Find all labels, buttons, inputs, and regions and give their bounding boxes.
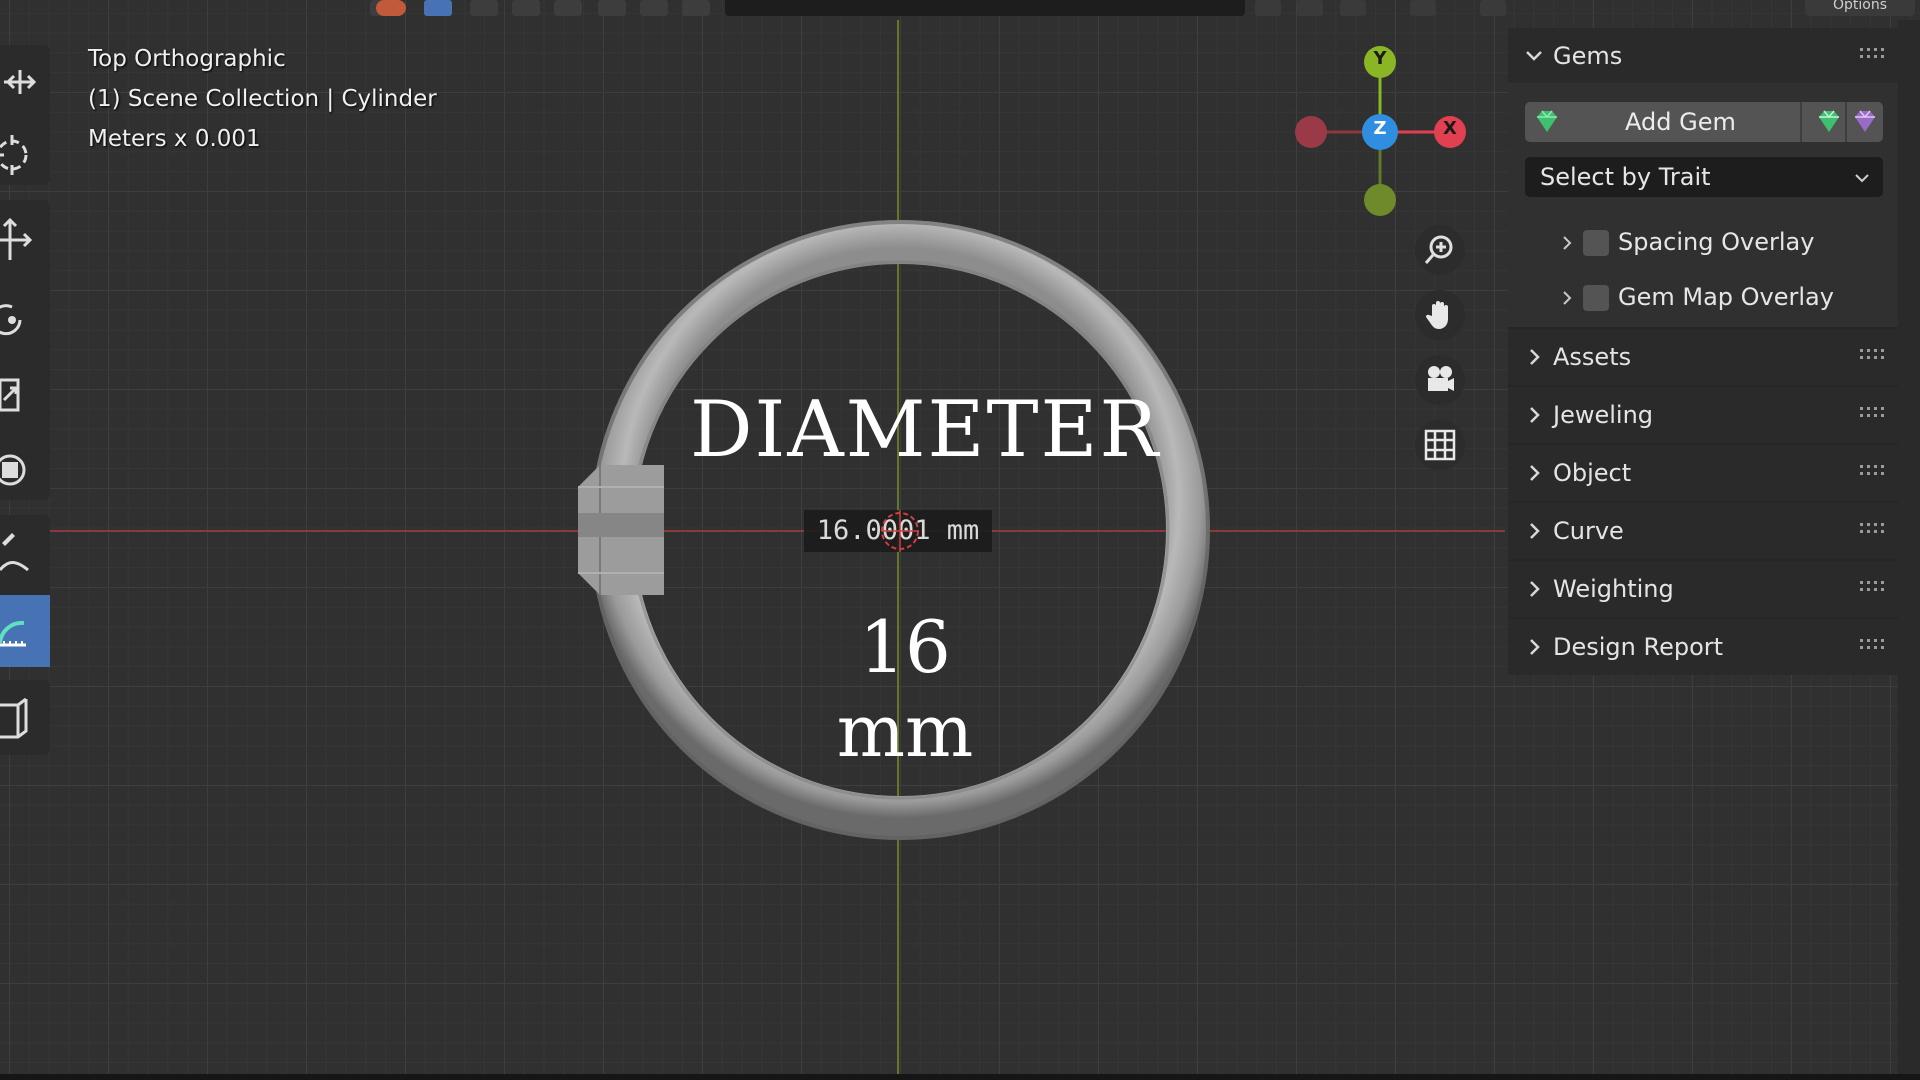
section-object[interactable]: Object xyxy=(1508,443,1898,501)
gizmo-z-label[interactable]: Z xyxy=(1372,118,1388,139)
section-label: Assets xyxy=(1553,343,1632,371)
drag-grip-icon[interactable] xyxy=(1860,581,1886,593)
chevron-down-icon xyxy=(1526,51,1542,61)
section-label: Curve xyxy=(1553,517,1624,545)
chevron-right-icon xyxy=(1530,407,1540,423)
select-extend-icon[interactable] xyxy=(470,0,498,16)
gem-edit-icon[interactable] xyxy=(1815,108,1843,136)
viewport-shading-icon[interactable] xyxy=(1340,0,1366,16)
shield-icon[interactable] xyxy=(1480,0,1506,16)
select-difference-icon[interactable] xyxy=(554,0,582,16)
drag-grip-icon[interactable] xyxy=(1860,407,1886,419)
section-label: Design Report xyxy=(1553,633,1724,661)
gizmo-toggle-icon[interactable] xyxy=(1410,0,1436,16)
drag-grip-icon[interactable] xyxy=(1860,523,1886,535)
section-jeweling[interactable]: Jeweling xyxy=(1508,385,1898,443)
gem-map-overlay-label: Gem Map Overlay xyxy=(1618,283,1834,311)
spacing-overlay-row[interactable]: Spacing Overlay xyxy=(1508,220,1898,270)
gem-setting[interactable] xyxy=(578,465,666,595)
gem-purple-icon[interactable] xyxy=(1851,108,1879,136)
chevron-right-icon xyxy=(1530,639,1540,655)
scale-icon[interactable] xyxy=(0,370,40,424)
add-gem-label: Add Gem xyxy=(1625,108,1736,136)
diameter-value: 16 mm xyxy=(836,605,974,773)
viewport-header: Options xyxy=(0,0,1920,18)
spacing-overlay-label: Spacing Overlay xyxy=(1618,228,1815,256)
chevron-right-icon[interactable] xyxy=(1558,289,1576,307)
section-label: Jeweling xyxy=(1553,401,1654,429)
gizmo-y-label[interactable]: Y xyxy=(1372,48,1388,69)
view-name-label: Top Orthographic xyxy=(88,46,286,72)
select-box-icon[interactable] xyxy=(424,0,452,16)
section-design-report[interactable]: Design Report xyxy=(1508,617,1898,675)
section-label: Weighting xyxy=(1553,575,1674,603)
cursor-icon[interactable] xyxy=(0,130,40,184)
spacing-overlay-checkbox[interactable] xyxy=(1583,230,1609,256)
gems-panel-header[interactable]: Gems xyxy=(1508,28,1898,83)
status-bar xyxy=(0,1074,1920,1080)
camera-icon[interactable] xyxy=(1415,355,1465,405)
zoom-icon[interactable] xyxy=(1415,225,1465,275)
header-search-field[interactable] xyxy=(725,0,1245,16)
sidebar-tab-strip[interactable] xyxy=(1898,20,1920,1075)
snap-icon[interactable] xyxy=(640,0,668,16)
transform-all-icon[interactable] xyxy=(0,445,40,499)
object-color-icon[interactable] xyxy=(376,0,406,16)
section-assets[interactable]: Assets xyxy=(1508,327,1898,385)
move-icon[interactable] xyxy=(0,62,40,106)
diameter-title: DIAMETER xyxy=(690,385,1161,475)
gem-map-overlay-row[interactable]: Gem Map Overlay xyxy=(1508,275,1898,325)
drag-grip-icon[interactable] xyxy=(1860,639,1886,651)
gems-header-label: Gems xyxy=(1553,42,1623,70)
add-cube-icon[interactable] xyxy=(0,695,40,749)
measure-icon[interactable] xyxy=(0,595,50,667)
select-by-trait-label: Select by Trait xyxy=(1540,163,1711,191)
overlay-circle-icon[interactable] xyxy=(1255,0,1281,16)
collection-label: (1) Scene Collection | Cylinder xyxy=(88,86,437,112)
chevron-right-icon xyxy=(1530,523,1540,539)
gem-map-overlay-checkbox[interactable] xyxy=(1583,285,1609,311)
select-by-trait-dropdown[interactable]: Select by Trait xyxy=(1525,157,1883,197)
annotate-icon[interactable] xyxy=(0,525,40,589)
transform-icon[interactable] xyxy=(0,215,40,269)
drag-grip-icon[interactable] xyxy=(1860,349,1886,361)
proportional-icon[interactable] xyxy=(682,0,710,16)
bookmark-icon[interactable] xyxy=(1297,0,1323,16)
green-gem-icon xyxy=(1537,110,1557,132)
pan-hand-icon[interactable] xyxy=(1415,290,1465,340)
measure-target-icon xyxy=(881,510,919,552)
section-curve[interactable]: Curve xyxy=(1508,501,1898,559)
chevron-right-icon xyxy=(1530,465,1540,481)
section-weighting[interactable]: Weighting xyxy=(1508,559,1898,617)
chevron-right-icon[interactable] xyxy=(1558,234,1576,252)
chevron-right-icon xyxy=(1530,349,1540,365)
add-gem-button[interactable]: Add Gem xyxy=(1525,102,1883,142)
drag-grip-icon[interactable] xyxy=(1860,465,1886,477)
select-subtract-icon[interactable] xyxy=(512,0,540,16)
options-button[interactable]: Options xyxy=(1805,0,1915,16)
rotate-icon[interactable] xyxy=(0,295,40,349)
drag-grip-icon[interactable] xyxy=(1860,48,1886,60)
chevron-right-icon xyxy=(1530,581,1540,597)
chevron-down-icon xyxy=(1855,174,1869,183)
grid-icon[interactable] xyxy=(1415,420,1465,470)
section-label: Object xyxy=(1553,459,1632,487)
units-label: Meters x 0.001 xyxy=(88,126,261,152)
select-intersect-icon[interactable] xyxy=(598,0,626,16)
gizmo-x-label[interactable]: X xyxy=(1442,118,1458,139)
